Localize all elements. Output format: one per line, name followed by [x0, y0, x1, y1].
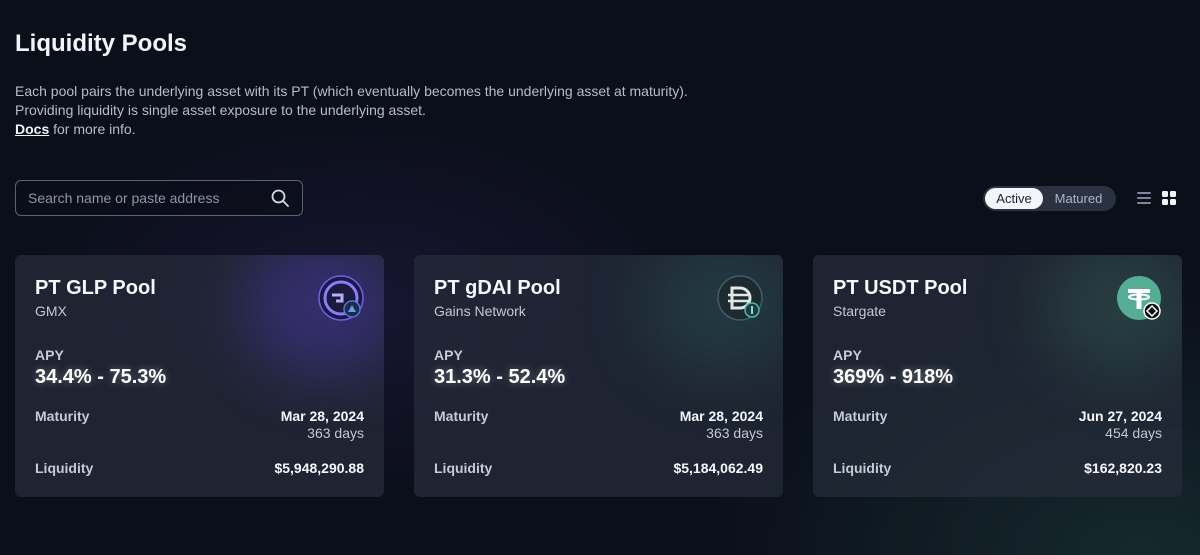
pool-protocol: GMX — [35, 303, 67, 319]
grid-icon[interactable] — [1161, 190, 1177, 206]
maturity-label: Maturity — [833, 408, 888, 424]
search-input[interactable] — [28, 190, 270, 206]
pool-card-gdai[interactable]: PT gDAI Pool Gains Network APY 31.3% - 5… — [414, 255, 783, 497]
dai-logo-icon — [717, 275, 763, 321]
pool-name: PT gDAI Pool — [434, 277, 561, 299]
list-icon[interactable] — [1136, 190, 1152, 206]
page-title: Liquidity Pools — [15, 30, 187, 57]
page-description: Each pool pairs the underlying asset wit… — [15, 82, 688, 139]
tether-logo-icon — [1117, 276, 1161, 320]
apy-value: 34.4% - 75.3% — [35, 366, 167, 388]
apy-label: APY — [434, 347, 463, 363]
maturity-date: Mar 28, 2024 — [280, 408, 364, 424]
search-icon[interactable] — [270, 188, 290, 208]
liquidity-label: Liquidity — [833, 460, 892, 476]
maturity-days: 363 days — [307, 425, 364, 441]
pool-card-glp[interactable]: PT GLP Pool GMX APY 34.4% - 75.3% Maturi… — [15, 255, 384, 497]
filter-matured-button[interactable]: Matured — [1043, 188, 1114, 209]
apy-value: 31.3% - 52.4% — [434, 366, 566, 388]
description-line-1: Each pool pairs the underlying asset wit… — [15, 83, 688, 99]
pool-name: PT USDT Pool — [833, 277, 968, 299]
pool-card-usdt[interactable]: PT USDT Pool Stargate APY 369% - 918% Ma… — [813, 255, 1182, 497]
pool-name: PT GLP Pool — [35, 277, 156, 299]
apy-label: APY — [833, 347, 862, 363]
docs-line: Docs for more info. — [15, 120, 688, 139]
apy-value: 369% - 918% — [833, 366, 954, 388]
maturity-days: 454 days — [1105, 425, 1162, 441]
liquidity-label: Liquidity — [434, 460, 493, 476]
pool-protocol: Stargate — [833, 303, 886, 319]
description-line-2: Providing liquidity is single asset expo… — [15, 102, 426, 118]
maturity-label: Maturity — [434, 408, 489, 424]
docs-suffix: for more info. — [49, 121, 136, 137]
maturity-label: Maturity — [35, 408, 90, 424]
filter-active-button[interactable]: Active — [985, 188, 1043, 209]
liquidity-value: $5,948,290.88 — [274, 460, 364, 476]
gmx-logo-icon — [318, 275, 364, 321]
liquidity-value: $5,184,062.49 — [673, 460, 763, 476]
liquidity-value: $162,820.23 — [1084, 460, 1162, 476]
liquidity-label: Liquidity — [35, 460, 94, 476]
pool-protocol: Gains Network — [434, 303, 526, 319]
search-box — [15, 180, 303, 216]
maturity-days: 363 days — [706, 425, 763, 441]
maturity-date: Mar 28, 2024 — [679, 408, 763, 424]
status-filter-toggle: Active Matured — [983, 186, 1116, 211]
docs-link[interactable]: Docs — [15, 121, 49, 137]
maturity-date: Jun 27, 2024 — [1078, 408, 1162, 424]
apy-label: APY — [35, 347, 64, 363]
